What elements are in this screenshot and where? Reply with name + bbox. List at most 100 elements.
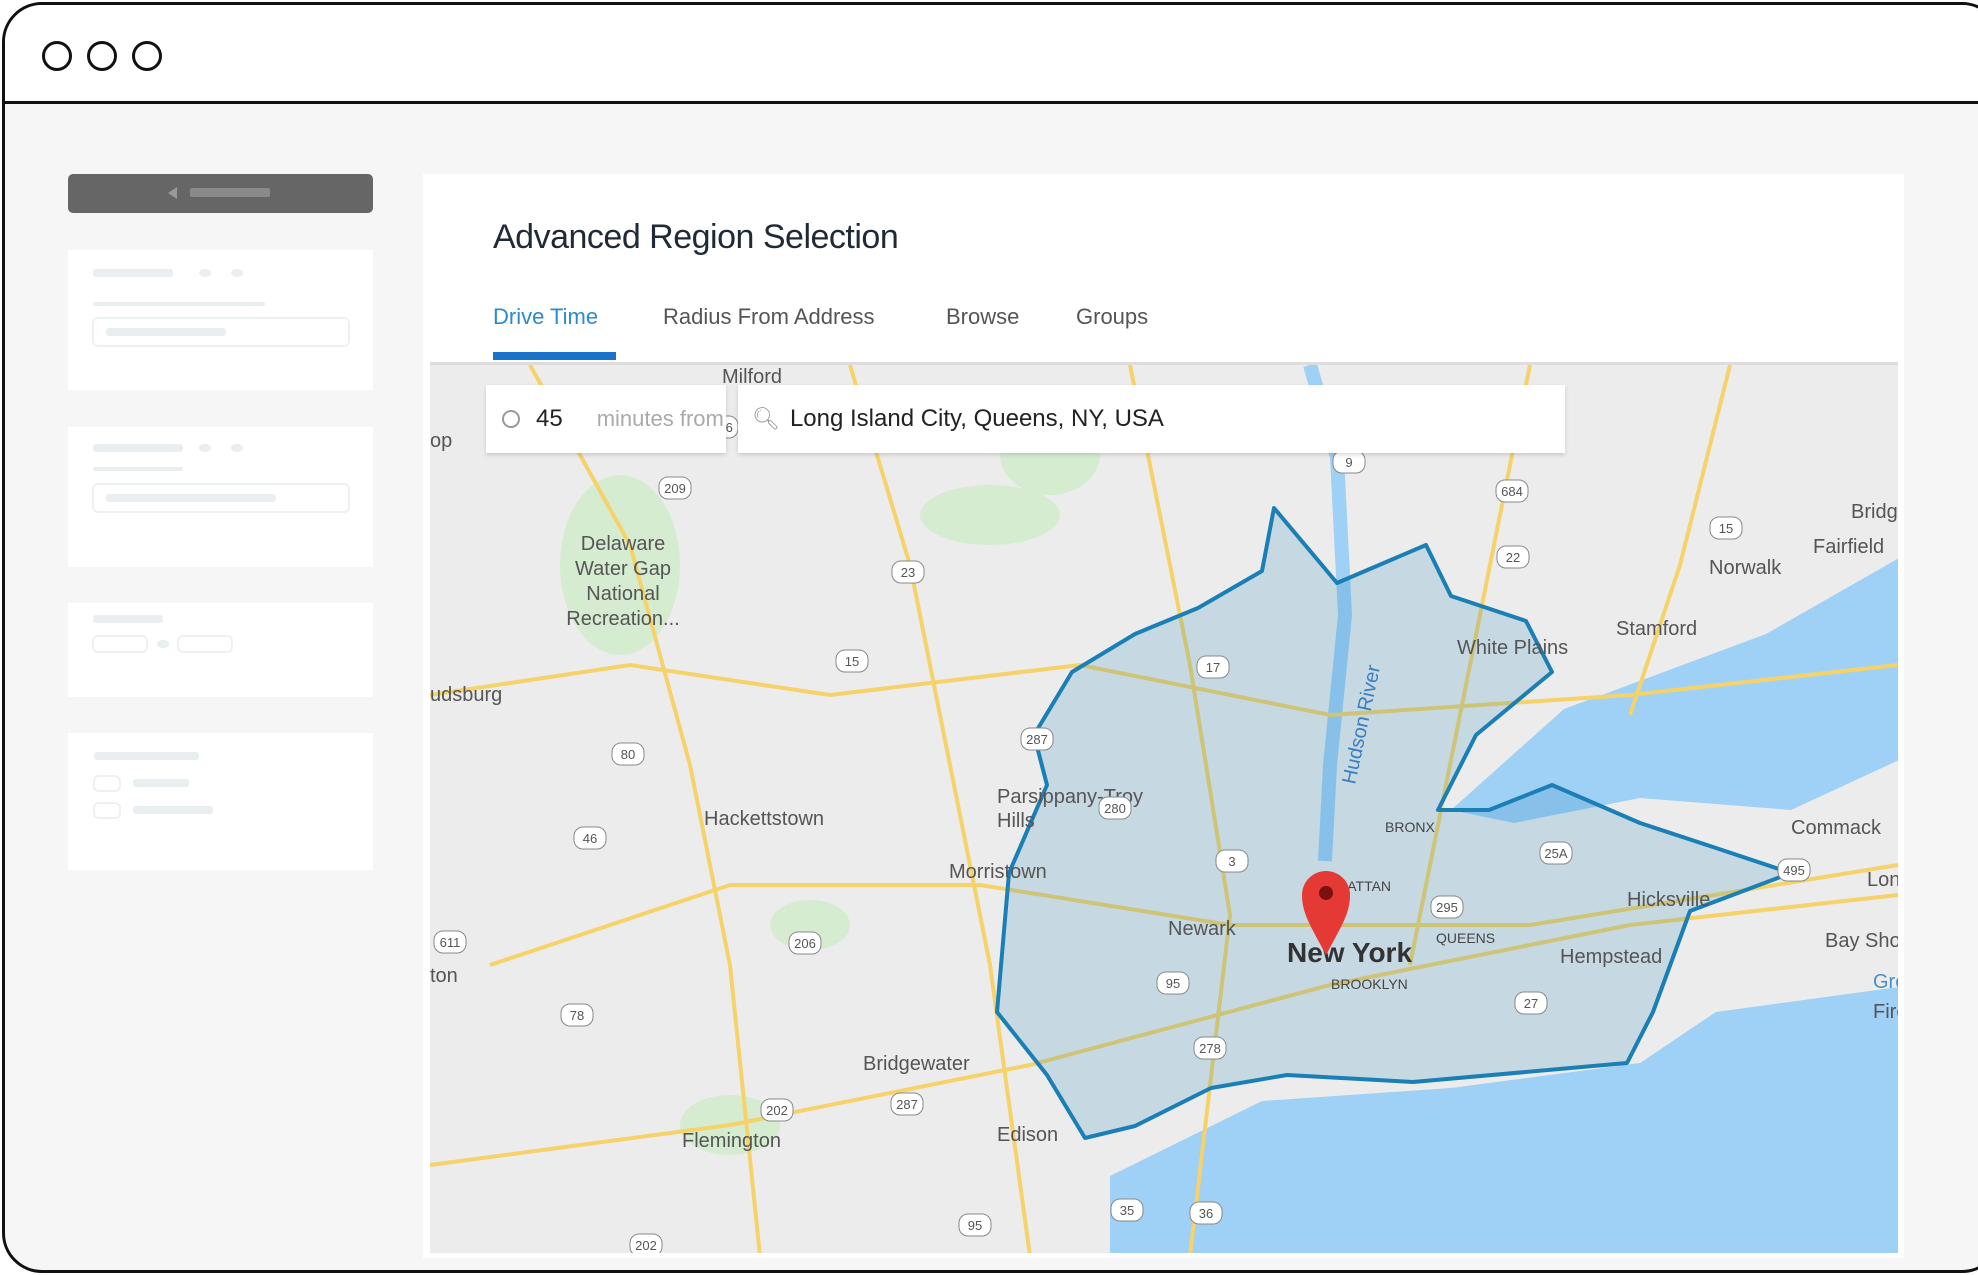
highway-shield-label: 17 [1206,660,1220,675]
highway-shield: 46 [573,826,607,850]
map-label-bridgeport: Bridgeport [1851,501,1898,523]
highway-shield: 36 [1189,1201,1223,1225]
highway-shield: 23 [891,560,925,584]
highway-shield-label: 202 [766,1103,788,1118]
highway-shield-label: 202 [635,1238,657,1253]
address-input[interactable]: Long Island City, Queens, NY, USA [790,405,1164,433]
highway-shield-label: 278 [1199,1041,1221,1056]
highway-shield-label: 95 [968,1218,982,1233]
highway-shield: 80 [611,742,645,766]
highway-shield-label: 15 [845,654,859,669]
highway-shield-label: 9 [1345,455,1352,470]
tab-groups[interactable]: Groups [1076,304,1148,330]
map-label-op: op [430,430,452,452]
highway-shield-label: 80 [621,747,635,762]
highway-shield: 15 [835,649,869,673]
close-window-button[interactable] [42,41,72,71]
highway-shield: 495 [1777,858,1811,882]
sidebar-card-placeholder [68,603,373,697]
map-label-hicksville: Hicksville [1627,889,1710,911]
highway-shield-label: 295 [1436,900,1458,915]
map-label-long: Long [1867,869,1898,891]
search-icon: 🔍︎ [752,406,780,431]
highway-shield-label: 95 [1166,976,1180,991]
map-label-norwalk: Norwalk [1709,557,1782,579]
map-label-great: Great [1873,971,1898,993]
highway-shield-label: 36 [1199,1206,1213,1221]
placeholder-checkbox[interactable] [93,802,121,819]
map-label-parsippany2: Hills [997,810,1035,832]
map-canvas[interactable]: MilfordDelawareWater GapNationalRecreati… [430,365,1898,1253]
highway-shield: 280 [1098,796,1132,820]
map-label-udsburg: udsburg [430,684,502,706]
active-tab-indicator [493,352,616,360]
highway-shield: 611 [433,930,467,954]
highway-shield-label: 78 [570,1008,584,1023]
maximize-window-button[interactable] [132,41,162,71]
highway-shield: 209 [658,476,692,500]
map-label-newark: Newark [1168,918,1237,940]
sidebar-back-button[interactable] [68,174,373,213]
highway-shield: 27 [1514,991,1548,1015]
highway-shield: 22 [1496,545,1530,569]
map-label-delaware2: Water Gap [575,558,671,580]
sidebar-card-placeholder [68,427,373,567]
map-label-fairfield: Fairfield [1813,536,1884,558]
page-title: Advanced Region Selection [493,218,899,256]
highway-shield: 35 [1110,1198,1144,1222]
placeholder-input[interactable] [92,317,350,347]
placeholder-input[interactable] [177,635,233,653]
highway-shield: 202 [629,1233,663,1253]
map-label-hempstead: Hempstead [1560,946,1662,968]
title-bar [5,5,1978,104]
highway-shield: 25A [1539,841,1573,865]
map-label-delaware1: Delaware [581,533,665,555]
sidebar-card-placeholder [68,250,373,390]
minutes-control: 45 minutes from [486,385,726,453]
highway-shield: 202 [760,1098,794,1122]
highway-shield: 95 [1156,971,1190,995]
map-label-bay-shore: Bay Shore [1825,930,1898,952]
highway-shield-label: 611 [440,935,461,950]
map-label-commack: Commack [1791,817,1882,839]
map-label-hackettstown: Hackettstown [704,808,824,830]
map-label-stamford: Stamford [1616,618,1697,640]
map-label-edison: Edison [997,1124,1058,1146]
highway-shield: 3 [1215,849,1249,873]
map-label-ton: ton [430,965,458,987]
highway-shield-label: 23 [901,565,915,580]
parks [560,415,1100,1155]
map-label-flemington: Flemington [682,1130,781,1152]
highway-shield-label: 287 [1026,732,1048,747]
tab-drive-time[interactable]: Drive Time [493,304,598,330]
highway-shield-label: 25A [1544,846,1567,861]
highway-shield-label: 684 [1501,484,1523,499]
highway-shield: 287 [890,1092,924,1116]
minutes-input[interactable]: 45 [536,405,563,433]
map-label-new-york: New York [1287,937,1412,968]
placeholder-label [190,188,270,197]
highway-shield-label: 27 [1524,996,1538,1011]
highway-shield: 17 [1196,655,1230,679]
map[interactable]: Milford Delaware Water Gap National Recreati… [430,362,1898,1253]
back-arrow-icon [168,187,177,199]
placeholder-input[interactable] [92,483,350,513]
highway-shield: 295 [1430,895,1464,919]
highway-shield-label: 35 [1120,1203,1134,1218]
map-label-fire: Fire Is [1873,1001,1898,1023]
map-label-queens: QUEENS [1436,930,1495,946]
highway-shield-label: 287 [896,1097,918,1112]
tab-radius-from-address[interactable]: Radius From Address [663,304,875,330]
minimize-window-button[interactable] [87,41,117,71]
tab-browse[interactable]: Browse [946,304,1019,330]
sidebar-card-placeholder [68,733,373,870]
placeholder-checkbox[interactable] [93,775,121,792]
map-label-brooklyn: BROOKLYN [1331,976,1408,992]
region-selection-panel: Advanced Region Selection Drive Time Rad… [423,174,1904,1258]
highway-shield-label: 3 [1228,854,1235,869]
highway-shield: 278 [1193,1036,1227,1060]
map-label-bronx: BRONX [1385,819,1435,835]
placeholder-input[interactable] [92,635,148,653]
map-label-morristown: Morristown [949,861,1047,883]
address-search[interactable]: 🔍︎ Long Island City, Queens, NY, USA [738,385,1565,453]
